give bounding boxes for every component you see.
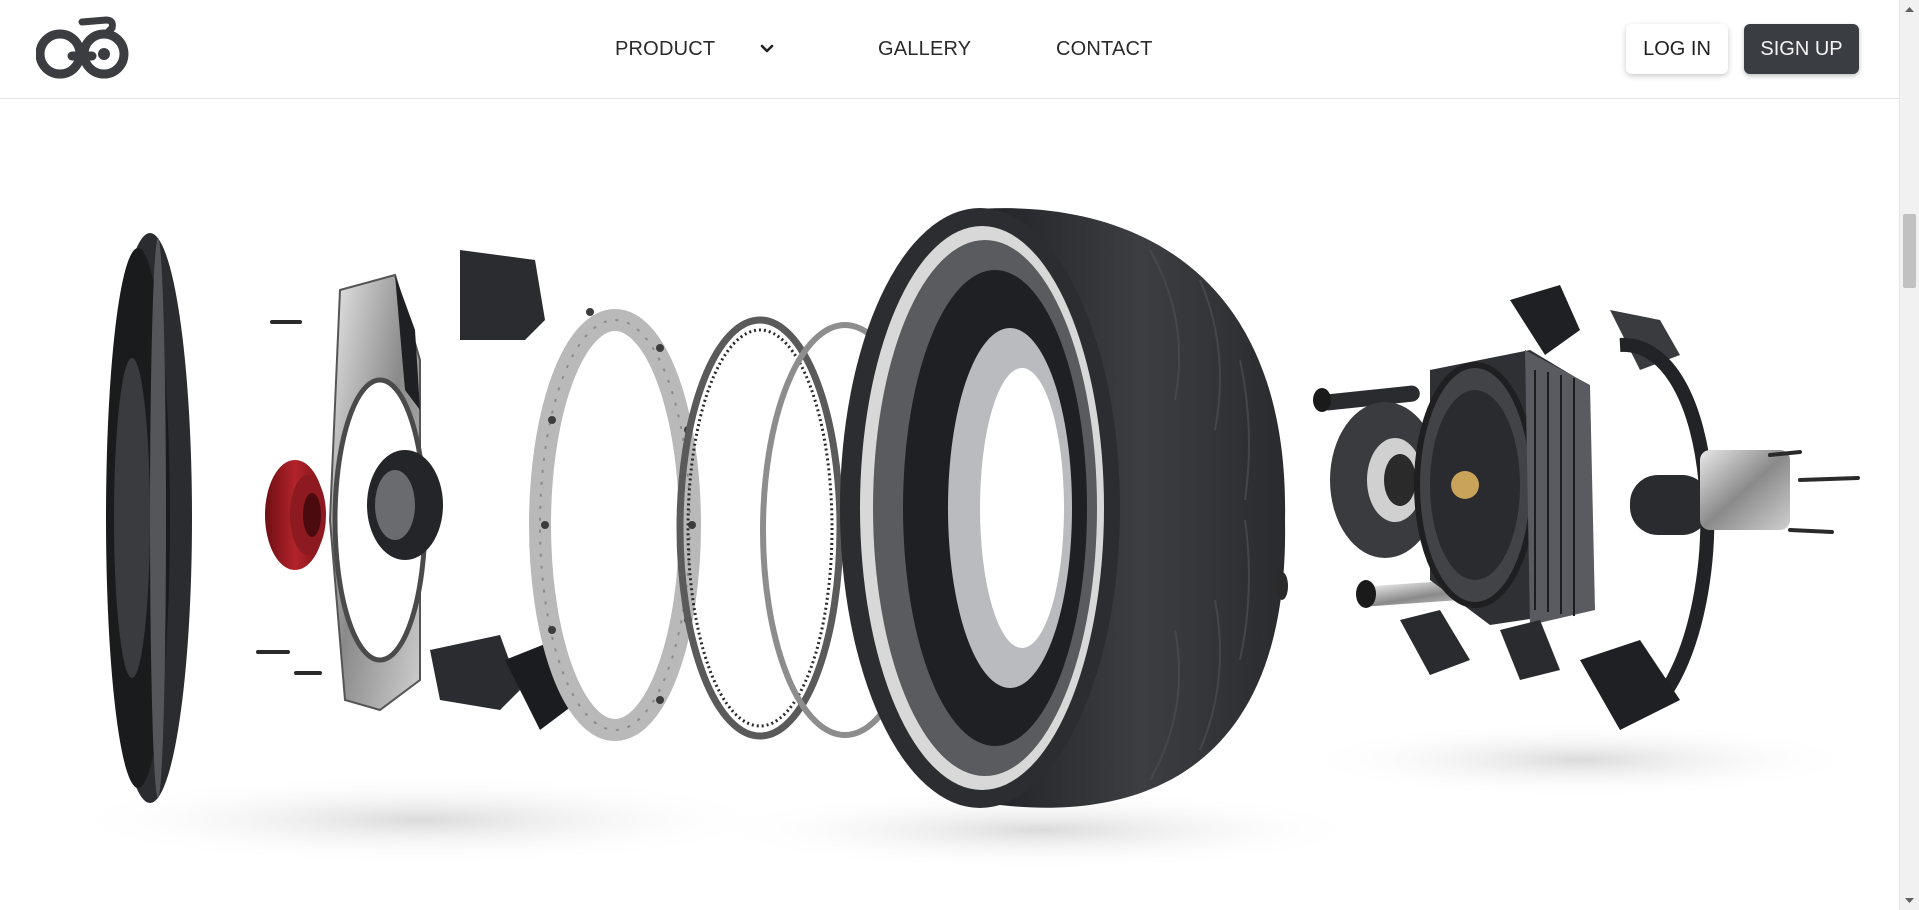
tire-wheel [840, 208, 1288, 808]
scroll-up-arrow-icon[interactable] [1903, 3, 1916, 15]
chevron-down-icon[interactable] [757, 40, 777, 58]
site-header: PRODUCT GALLERY CONTACT LOG IN SIGN UP [0, 0, 1899, 99]
ring-gear-teeth [686, 328, 834, 728]
nav-contact[interactable]: CONTACT [1056, 38, 1153, 61]
scroll-thumb[interactable] [1903, 214, 1916, 288]
signup-button[interactable]: SIGN UP [1744, 24, 1859, 74]
motor-assembly [1313, 285, 1860, 730]
nav-product[interactable]: PRODUCT [615, 38, 715, 61]
scrollbar[interactable] [1899, 0, 1919, 910]
floor-shadow [60, 775, 780, 865]
floor-shadow [1300, 722, 1860, 798]
red-hub-nut [265, 460, 326, 570]
perforated-rotor-ring [529, 308, 701, 741]
side-cover-disc [106, 233, 192, 803]
login-button[interactable]: LOG IN [1626, 24, 1728, 74]
scroll-down-arrow-icon[interactable] [1903, 895, 1916, 907]
login-button-label: LOG IN [1643, 37, 1711, 60]
exploded-wheel-illustration [60, 208, 1860, 870]
ring-gear [676, 316, 844, 740]
bicycle-logo-icon[interactable] [36, 16, 130, 82]
nav-gallery[interactable]: GALLERY [878, 38, 971, 61]
signup-button-label: SIGN UP [1760, 37, 1843, 60]
hero-image [0, 100, 1899, 910]
